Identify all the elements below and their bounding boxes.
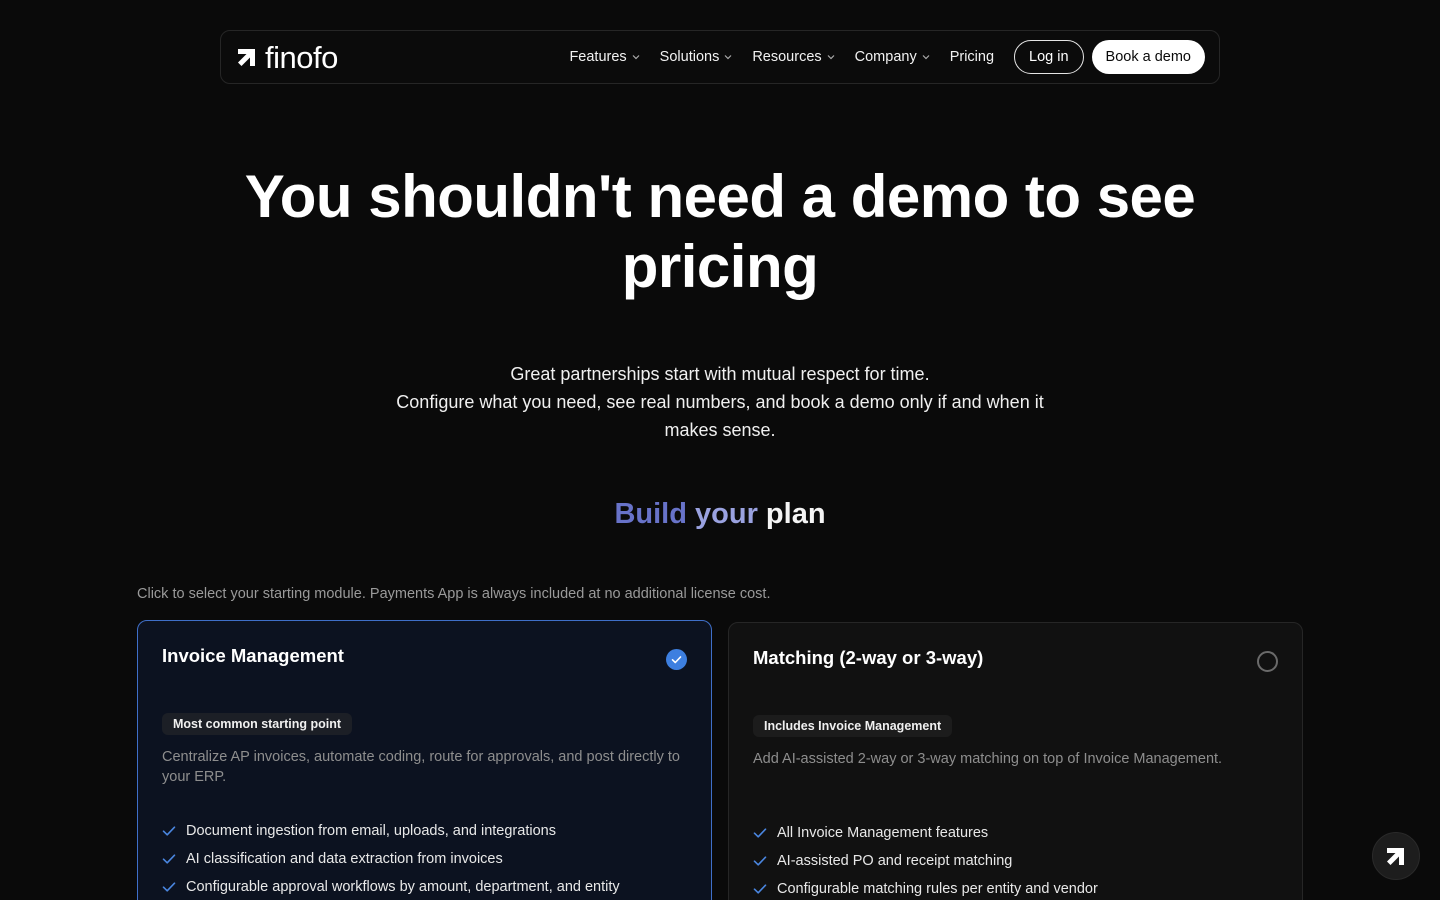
book-demo-button[interactable]: Book a demo [1091,40,1205,74]
chevron-down-icon [632,55,640,60]
feature-text: Configurable approval workflows by amoun… [186,879,620,895]
feature-text: Document ingestion from email, uploads, … [186,823,556,839]
feature-item: All Invoice Management features [753,819,1278,847]
check-icon [162,854,176,864]
nav-item-features[interactable]: Features [569,49,640,65]
hero-title: You shouldn't need a demo to see pricing [244,163,1196,300]
module-badge: Includes Invoice Management [753,715,953,737]
feature-text: AI classification and data extraction fr… [186,851,503,867]
brand-name: finofo [265,39,338,75]
hero-subtitle-line-2: Configure what you need, see real number… [396,392,1044,440]
check-icon [162,826,176,836]
nav-item-resources[interactable]: Resources [752,49,835,65]
module-card-invoice-management[interactable]: Invoice Management Most common starting … [137,620,712,900]
nav-item-pricing[interactable]: Pricing [950,49,994,65]
finofo-logo-icon [1387,848,1404,865]
module-title: Matching (2-way or 3-way) [753,647,984,668]
chevron-down-icon [724,55,732,60]
nav-item-label: Features [569,49,627,65]
hero-subtitle: Great partnerships start with mutual res… [380,360,1060,444]
module-description: Add AI-assisted 2-way or 3-way matching … [753,751,1223,767]
nav-item-label: Solutions [659,49,720,65]
nav-item-solutions[interactable]: Solutions [660,49,733,65]
check-icon [753,884,767,894]
module-card-matching[interactable]: Matching (2-way or 3-way) Includes Invoi… [728,622,1303,900]
feature-text: All Invoice Management features [777,825,989,841]
plan-heading-word-2: your [695,498,758,530]
nav-item-company[interactable]: Company [855,49,930,65]
nav-menu: Features Solutions Resources Company Pri… [569,40,1205,74]
feature-text: Configurable matching rules per entity a… [777,881,1098,897]
feature-item: AI classification and data extraction fr… [162,845,687,873]
check-icon [162,882,176,892]
module-description: Centralize AP invoices, automate coding,… [162,749,680,785]
feature-item: AI-assisted PO and receipt matching [753,847,1278,875]
module-feature-list: All Invoice Management features AI-assis… [753,819,1278,900]
chevron-down-icon [922,55,930,60]
check-icon [753,828,767,838]
feature-item: Configurable approval workflows by amoun… [162,873,687,900]
chat-launcher-button[interactable] [1372,832,1420,880]
module-feature-list: Document ingestion from email, uploads, … [162,817,687,900]
radio-unselected-icon[interactable] [1257,651,1278,672]
plan-instruction: Click to select your starting module. Pa… [137,586,771,602]
top-navbar: finofo Features Solutions Resources Comp… [220,30,1220,84]
arrow-up-right-icon [238,49,255,66]
feature-item: Configurable matching rules per entity a… [753,875,1278,900]
module-badge: Most common starting point [162,713,353,735]
feature-item: Document ingestion from email, uploads, … [162,817,687,845]
nav-item-label: Resources [752,49,822,65]
plan-heading-word-1: Build [614,498,687,530]
module-title: Invoice Management [162,645,344,666]
feature-text: AI-assisted PO and receipt matching [777,853,1013,869]
plan-heading: Build your plan [420,494,1020,534]
nav-item-label: Company [854,49,917,65]
chevron-down-icon [827,55,835,60]
login-button[interactable]: Log in [1014,40,1084,74]
brand-logo[interactable]: finofo [235,42,338,73]
check-icon [753,856,767,866]
selected-check-icon[interactable] [666,649,687,670]
plan-heading-word-3: plan [765,498,826,530]
hero-subtitle-line-1: Great partnerships start with mutual res… [510,364,930,384]
